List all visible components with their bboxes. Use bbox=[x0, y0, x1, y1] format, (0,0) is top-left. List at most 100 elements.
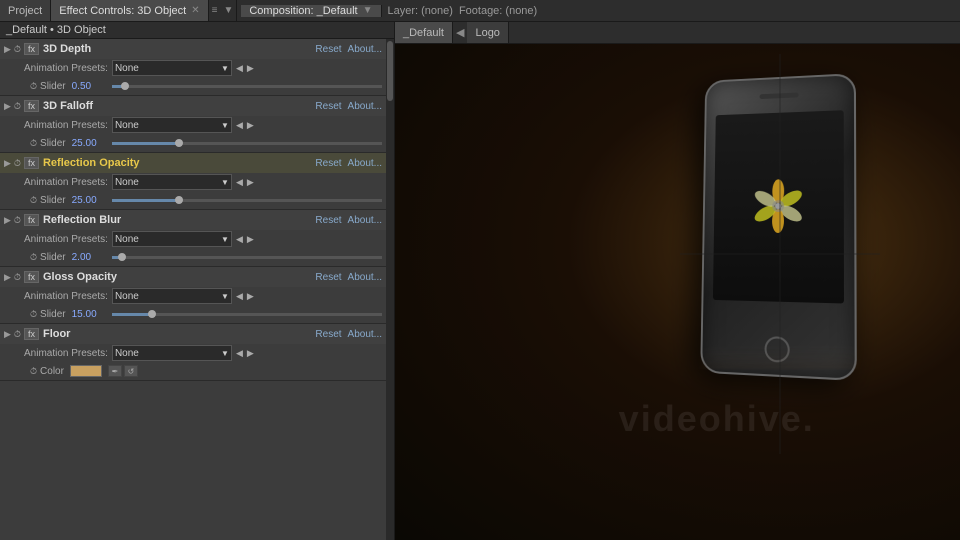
slider-value[interactable]: 15.00 bbox=[72, 309, 108, 320]
prev-preset-icon[interactable]: ◀ bbox=[234, 177, 245, 188]
fx-badge: fx bbox=[24, 271, 39, 283]
composition-top-bar: _Default ◀ Logo bbox=[395, 22, 960, 44]
slider-fill bbox=[112, 199, 180, 202]
stopwatch-icon[interactable]: ⏱ bbox=[14, 44, 21, 55]
color-eyedropper-btn[interactable]: ✒ bbox=[108, 365, 122, 377]
preset-value: None bbox=[115, 291, 139, 302]
triangle-icon[interactable]: ▶ bbox=[4, 158, 11, 169]
next-preset-icon[interactable]: ▶ bbox=[245, 234, 256, 245]
effect-title-row-0[interactable]: ▶ ⏱ fx 3D Depth Reset About... bbox=[0, 39, 386, 59]
slider-track[interactable] bbox=[112, 199, 382, 202]
preset-dropdown[interactable]: None ▼ bbox=[112, 174, 232, 190]
stopwatch-icon[interactable]: ⏱ bbox=[14, 215, 21, 226]
panel-label-footage: Footage: (none) bbox=[459, 5, 537, 17]
slider-track[interactable] bbox=[112, 313, 382, 316]
effect-title-row-4[interactable]: ▶ ⏱ fx Gloss Opacity Reset About... bbox=[0, 267, 386, 287]
slider-value[interactable]: 2.00 bbox=[72, 252, 108, 263]
triangle-icon[interactable]: ▶ bbox=[4, 329, 11, 340]
slider-track[interactable] bbox=[112, 256, 382, 259]
prev-preset-icon[interactable]: ◀ bbox=[234, 63, 245, 74]
preset-dropdown[interactable]: None ▼ bbox=[112, 345, 232, 361]
fx-badge: fx bbox=[24, 100, 39, 112]
effect-about-btn[interactable]: About... bbox=[348, 101, 382, 112]
slider-track[interactable] bbox=[112, 142, 382, 145]
panel-menu-icon[interactable]: ≡ bbox=[209, 5, 221, 16]
effect-section-3: ▶ ⏱ fx Reflection Blur Reset About... An… bbox=[0, 210, 386, 267]
slider-track[interactable] bbox=[112, 85, 382, 88]
tab-composition[interactable]: Composition: _Default ▼ bbox=[241, 5, 381, 17]
slider-value[interactable]: 0.50 bbox=[72, 81, 108, 92]
slider-thumb[interactable] bbox=[148, 310, 156, 318]
stopwatch-icon[interactable]: ⏱ bbox=[14, 158, 21, 169]
comp-dropdown-icon[interactable]: ▼ bbox=[363, 5, 373, 16]
scroll-thumb[interactable] bbox=[387, 41, 393, 101]
slider-thumb[interactable] bbox=[175, 139, 183, 147]
effect-about-btn[interactable]: About... bbox=[348, 158, 382, 169]
comp-tab-logo[interactable]: Logo bbox=[467, 22, 508, 43]
triangle-icon[interactable]: ▶ bbox=[4, 44, 11, 55]
slider-label: Slider bbox=[40, 138, 66, 149]
stopwatch-icon[interactable]: ⏱ bbox=[30, 195, 37, 206]
stopwatch-icon[interactable]: ⏱ bbox=[30, 252, 37, 263]
prev-preset-icon[interactable]: ◀ bbox=[234, 348, 245, 359]
next-preset-icon[interactable]: ▶ bbox=[245, 348, 256, 359]
effect-section-1: ▶ ⏱ fx 3D Falloff Reset About... Animati… bbox=[0, 96, 386, 153]
next-preset-icon[interactable]: ▶ bbox=[245, 63, 256, 74]
stopwatch-icon[interactable]: ⏱ bbox=[14, 101, 21, 112]
effect-reset-btn[interactable]: Reset bbox=[315, 158, 341, 169]
color-reset-btn[interactable]: ↺ bbox=[124, 365, 138, 377]
effect-about-btn[interactable]: About... bbox=[348, 44, 382, 55]
effect-reset-btn[interactable]: Reset bbox=[315, 44, 341, 55]
effect-title-row-5[interactable]: ▶ ⏱ fx Floor Reset About... bbox=[0, 324, 386, 344]
next-preset-icon[interactable]: ▶ bbox=[245, 177, 256, 188]
stopwatch-icon[interactable]: ⏱ bbox=[30, 309, 37, 320]
preset-value: None bbox=[115, 120, 139, 131]
effect-about-btn[interactable]: About... bbox=[348, 329, 382, 340]
preset-dropdown[interactable]: None ▼ bbox=[112, 288, 232, 304]
effect-reset-btn[interactable]: Reset bbox=[315, 101, 341, 112]
stopwatch-icon[interactable]: ⏱ bbox=[14, 272, 21, 283]
effect-reset-btn[interactable]: Reset bbox=[315, 215, 341, 226]
effect-title-row-3[interactable]: ▶ ⏱ fx Reflection Blur Reset About... bbox=[0, 210, 386, 230]
effect-about-btn[interactable]: About... bbox=[348, 215, 382, 226]
preset-dropdown[interactable]: None ▼ bbox=[112, 60, 232, 76]
comp-tab-default[interactable]: _Default bbox=[395, 22, 453, 43]
close-icon[interactable]: ✕ bbox=[191, 5, 199, 16]
tab-project[interactable]: Project bbox=[0, 0, 51, 21]
slider-value[interactable]: 25.00 bbox=[72, 138, 108, 149]
preset-dropdown[interactable]: None ▼ bbox=[112, 231, 232, 247]
effect-reset-btn[interactable]: Reset bbox=[315, 329, 341, 340]
slider-label: Slider bbox=[40, 252, 66, 263]
effect-about-btn[interactable]: About... bbox=[348, 272, 382, 283]
prev-preset-icon[interactable]: ◀ bbox=[234, 234, 245, 245]
slider-thumb[interactable] bbox=[118, 253, 126, 261]
triangle-icon[interactable]: ▶ bbox=[4, 215, 11, 226]
tab-composition-label: Composition: _Default bbox=[249, 5, 357, 17]
preset-dropdown[interactable]: None ▼ bbox=[112, 117, 232, 133]
effect-title-row-2[interactable]: ▶ ⏱ fx Reflection Opacity Reset About... bbox=[0, 153, 386, 173]
composition-viewer[interactable]: videohive. bbox=[395, 44, 960, 540]
stopwatch-icon[interactable]: ⏱ bbox=[14, 329, 21, 340]
scrollbar[interactable] bbox=[386, 39, 394, 540]
next-preset-icon[interactable]: ▶ bbox=[245, 120, 256, 131]
stopwatch-icon[interactable]: ⏱ bbox=[30, 81, 37, 92]
triangle-icon[interactable]: ▶ bbox=[4, 101, 11, 112]
prev-preset-icon[interactable]: ◀ bbox=[234, 120, 245, 131]
slider-thumb[interactable] bbox=[175, 196, 183, 204]
effect-reset-btn[interactable]: Reset bbox=[315, 272, 341, 283]
slider-thumb[interactable] bbox=[121, 82, 129, 90]
color-swatch[interactable] bbox=[70, 365, 102, 377]
slider-fill bbox=[112, 142, 180, 145]
effect-title-row-1[interactable]: ▶ ⏱ fx 3D Falloff Reset About... bbox=[0, 96, 386, 116]
prev-preset-icon[interactable]: ◀ bbox=[234, 291, 245, 302]
slider-value[interactable]: 25.00 bbox=[72, 195, 108, 206]
next-preset-icon[interactable]: ▶ bbox=[245, 291, 256, 302]
preset-value: None bbox=[115, 177, 139, 188]
triangle-icon[interactable]: ▶ bbox=[4, 272, 11, 283]
stopwatch-icon[interactable]: ⏱ bbox=[30, 366, 37, 377]
phone-speaker bbox=[759, 93, 798, 100]
panel-collapse-icon[interactable]: ▼ bbox=[220, 5, 236, 16]
tab-effect-controls[interactable]: Effect Controls: 3D Object ✕ bbox=[51, 0, 208, 21]
stopwatch-icon[interactable]: ⏱ bbox=[30, 138, 37, 149]
color-label: Color bbox=[40, 366, 64, 377]
